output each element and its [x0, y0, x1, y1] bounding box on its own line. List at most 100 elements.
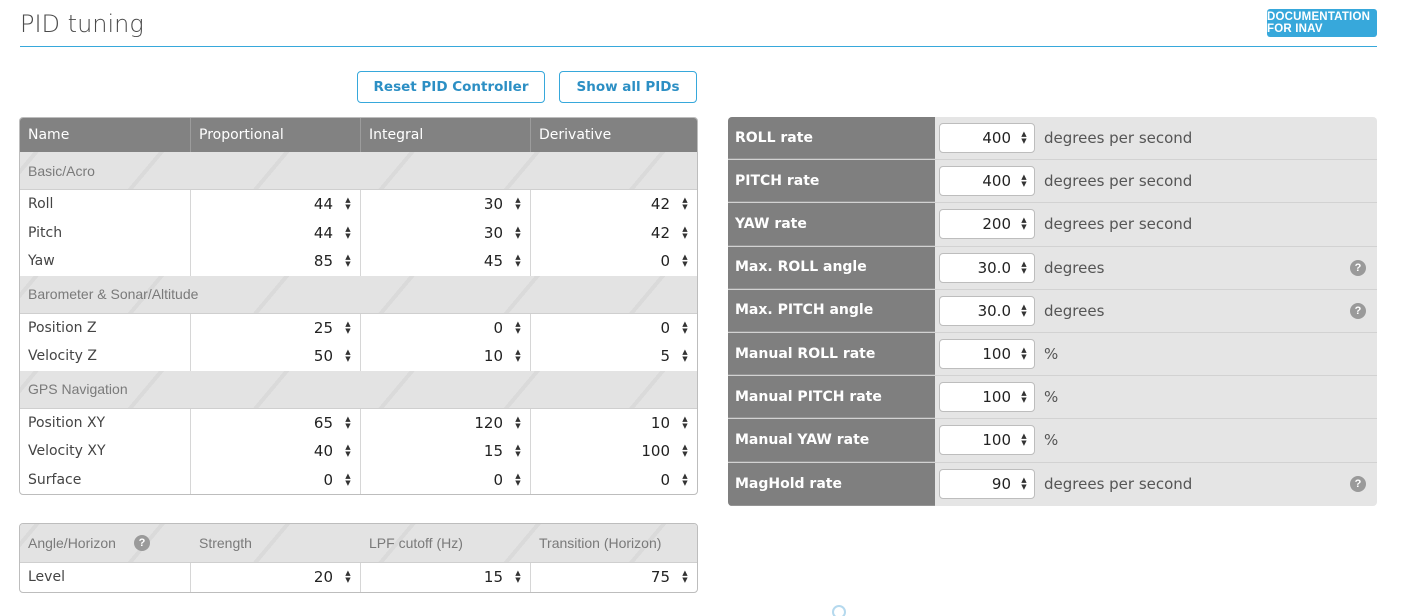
- number-stepper[interactable]: ▲ ▼: [512, 349, 524, 363]
- integral-input[interactable]: 30 ▲ ▼: [361, 190, 531, 219]
- number-stepper[interactable]: ▲ ▼: [679, 254, 691, 268]
- strength-input[interactable]: 20 ▲ ▼: [191, 563, 361, 592]
- number-stepper[interactable]: ▲ ▼: [679, 225, 691, 240]
- chevron-down-icon[interactable]: ▼: [515, 327, 520, 335]
- number-stepper[interactable]: ▲ ▼: [1018, 260, 1030, 275]
- number-stepper[interactable]: ▲ ▼: [342, 254, 354, 268]
- chevron-down-icon[interactable]: ▼: [682, 204, 687, 211]
- chevron-down-icon[interactable]: ▼: [345, 356, 350, 363]
- number-stepper[interactable]: ▲ ▼: [342, 570, 354, 584]
- chevron-down-icon[interactable]: ▼: [515, 479, 520, 487]
- number-stepper[interactable]: ▲ ▼: [1018, 217, 1030, 231]
- integral-input[interactable]: 15 ▲ ▼: [361, 437, 531, 466]
- chevron-down-icon[interactable]: ▼: [515, 451, 520, 458]
- chevron-down-icon[interactable]: ▼: [682, 356, 687, 363]
- chevron-down-icon[interactable]: ▼: [345, 577, 350, 584]
- lpf-cutoff-input[interactable]: 15 ▲ ▼: [361, 563, 531, 592]
- chevron-down-icon[interactable]: ▼: [682, 577, 687, 584]
- chevron-down-icon[interactable]: ▼: [1021, 181, 1026, 188]
- number-stepper[interactable]: ▲ ▼: [1018, 131, 1030, 145]
- chevron-down-icon[interactable]: ▼: [682, 327, 687, 335]
- number-stepper[interactable]: ▲ ▼: [1018, 303, 1030, 318]
- derivative-input[interactable]: 0 ▲ ▼: [531, 466, 697, 495]
- integral-input[interactable]: 10 ▲ ▼: [361, 342, 531, 371]
- rate-input[interactable]: 30.0 ▲ ▼: [939, 252, 1035, 283]
- integral-input[interactable]: 0 ▲ ▼: [361, 313, 531, 342]
- reset-pid-controller-button[interactable]: Reset PID Controller: [357, 71, 545, 103]
- rate-input[interactable]: 90 ▲ ▼: [939, 469, 1035, 500]
- documentation-button[interactable]: DOCUMENTATION FOR INAV: [1267, 9, 1377, 37]
- number-stepper[interactable]: ▲ ▼: [512, 415, 524, 430]
- number-stepper[interactable]: ▲ ▼: [679, 415, 691, 430]
- derivative-input[interactable]: 100 ▲ ▼: [531, 437, 697, 466]
- chevron-down-icon[interactable]: ▼: [345, 232, 350, 240]
- integral-input[interactable]: 30 ▲ ▼: [361, 218, 531, 247]
- number-stepper[interactable]: ▲ ▼: [679, 444, 691, 458]
- number-stepper[interactable]: ▲ ▼: [679, 320, 691, 335]
- number-stepper[interactable]: ▲ ▼: [512, 197, 524, 211]
- chevron-down-icon[interactable]: ▼: [515, 356, 520, 363]
- derivative-input[interactable]: 0 ▲ ▼: [531, 314, 697, 343]
- chevron-down-icon[interactable]: ▼: [515, 232, 520, 240]
- chevron-down-icon[interactable]: ▼: [1021, 484, 1026, 491]
- transition-input[interactable]: 75 ▲ ▼: [531, 563, 697, 592]
- chevron-down-icon[interactable]: ▼: [345, 422, 350, 430]
- number-stepper[interactable]: ▲ ▼: [679, 570, 691, 584]
- chevron-down-icon[interactable]: ▼: [515, 261, 520, 268]
- proportional-input[interactable]: 50 ▲ ▼: [191, 342, 361, 371]
- number-stepper[interactable]: ▲ ▼: [512, 254, 524, 268]
- integral-input[interactable]: 0 ▲ ▼: [361, 465, 531, 494]
- proportional-input[interactable]: 0 ▲ ▼: [191, 465, 361, 494]
- number-stepper[interactable]: ▲ ▼: [342, 225, 354, 240]
- number-stepper[interactable]: ▲ ▼: [342, 349, 354, 363]
- chevron-down-icon[interactable]: ▼: [1021, 440, 1026, 447]
- number-stepper[interactable]: ▲ ▼: [342, 415, 354, 430]
- proportional-input[interactable]: 40 ▲ ▼: [191, 437, 361, 466]
- chevron-down-icon[interactable]: ▼: [682, 232, 687, 240]
- proportional-input[interactable]: 65 ▲ ▼: [191, 408, 361, 437]
- rate-input[interactable]: 100 ▲ ▼: [939, 425, 1035, 456]
- rate-input[interactable]: 100 ▲ ▼: [939, 339, 1035, 370]
- number-stepper[interactable]: ▲ ▼: [1018, 433, 1030, 447]
- help-icon[interactable]: ?: [1350, 476, 1366, 493]
- number-stepper[interactable]: ▲ ▼: [679, 472, 691, 487]
- number-stepper[interactable]: ▲ ▼: [512, 570, 524, 584]
- integral-input[interactable]: 120 ▲ ▼: [361, 408, 531, 437]
- proportional-input[interactable]: 44 ▲ ▼: [191, 218, 361, 247]
- number-stepper[interactable]: ▲ ▼: [342, 444, 354, 458]
- number-stepper[interactable]: ▲ ▼: [512, 444, 524, 458]
- chevron-down-icon[interactable]: ▼: [1021, 354, 1026, 361]
- proportional-input[interactable]: 25 ▲ ▼: [191, 313, 361, 342]
- rate-input[interactable]: 400 ▲ ▼: [939, 123, 1035, 154]
- number-stepper[interactable]: ▲ ▼: [679, 349, 691, 363]
- derivative-input[interactable]: 42 ▲ ▼: [531, 219, 697, 248]
- number-stepper[interactable]: ▲ ▼: [512, 225, 524, 240]
- rate-input[interactable]: 400 ▲ ▼: [939, 166, 1035, 197]
- chevron-down-icon[interactable]: ▼: [345, 261, 350, 268]
- rate-input[interactable]: 100 ▲ ▼: [939, 382, 1035, 413]
- rate-input[interactable]: 200 ▲ ▼: [939, 209, 1035, 240]
- chevron-down-icon[interactable]: ▼: [515, 422, 520, 430]
- number-stepper[interactable]: ▲ ▼: [512, 320, 524, 335]
- derivative-input[interactable]: 5 ▲ ▼: [531, 342, 697, 371]
- chevron-down-icon[interactable]: ▼: [682, 451, 687, 458]
- chevron-down-icon[interactable]: ▼: [345, 451, 350, 458]
- chevron-down-icon[interactable]: ▼: [345, 327, 350, 335]
- number-stepper[interactable]: ▲ ▼: [1018, 390, 1030, 404]
- help-icon[interactable]: ?: [1350, 302, 1366, 319]
- number-stepper[interactable]: ▲ ▼: [512, 472, 524, 487]
- chevron-down-icon[interactable]: ▼: [1021, 224, 1026, 231]
- derivative-input[interactable]: 0 ▲ ▼: [531, 247, 697, 276]
- chevron-down-icon[interactable]: ▼: [1021, 138, 1026, 145]
- show-all-pids-button[interactable]: Show all PIDs: [559, 71, 697, 103]
- proportional-input[interactable]: 85 ▲ ▼: [191, 247, 361, 276]
- help-icon[interactable]: ?: [133, 535, 150, 551]
- chevron-down-icon[interactable]: ▼: [1021, 310, 1026, 318]
- derivative-input[interactable]: 42 ▲ ▼: [531, 190, 697, 219]
- number-stepper[interactable]: ▲ ▼: [1018, 477, 1030, 491]
- number-stepper[interactable]: ▲ ▼: [1018, 347, 1030, 361]
- number-stepper[interactable]: ▲ ▼: [342, 197, 354, 211]
- chevron-down-icon[interactable]: ▼: [345, 204, 350, 211]
- chevron-down-icon[interactable]: ▼: [345, 479, 350, 487]
- chevron-down-icon[interactable]: ▼: [1021, 267, 1026, 275]
